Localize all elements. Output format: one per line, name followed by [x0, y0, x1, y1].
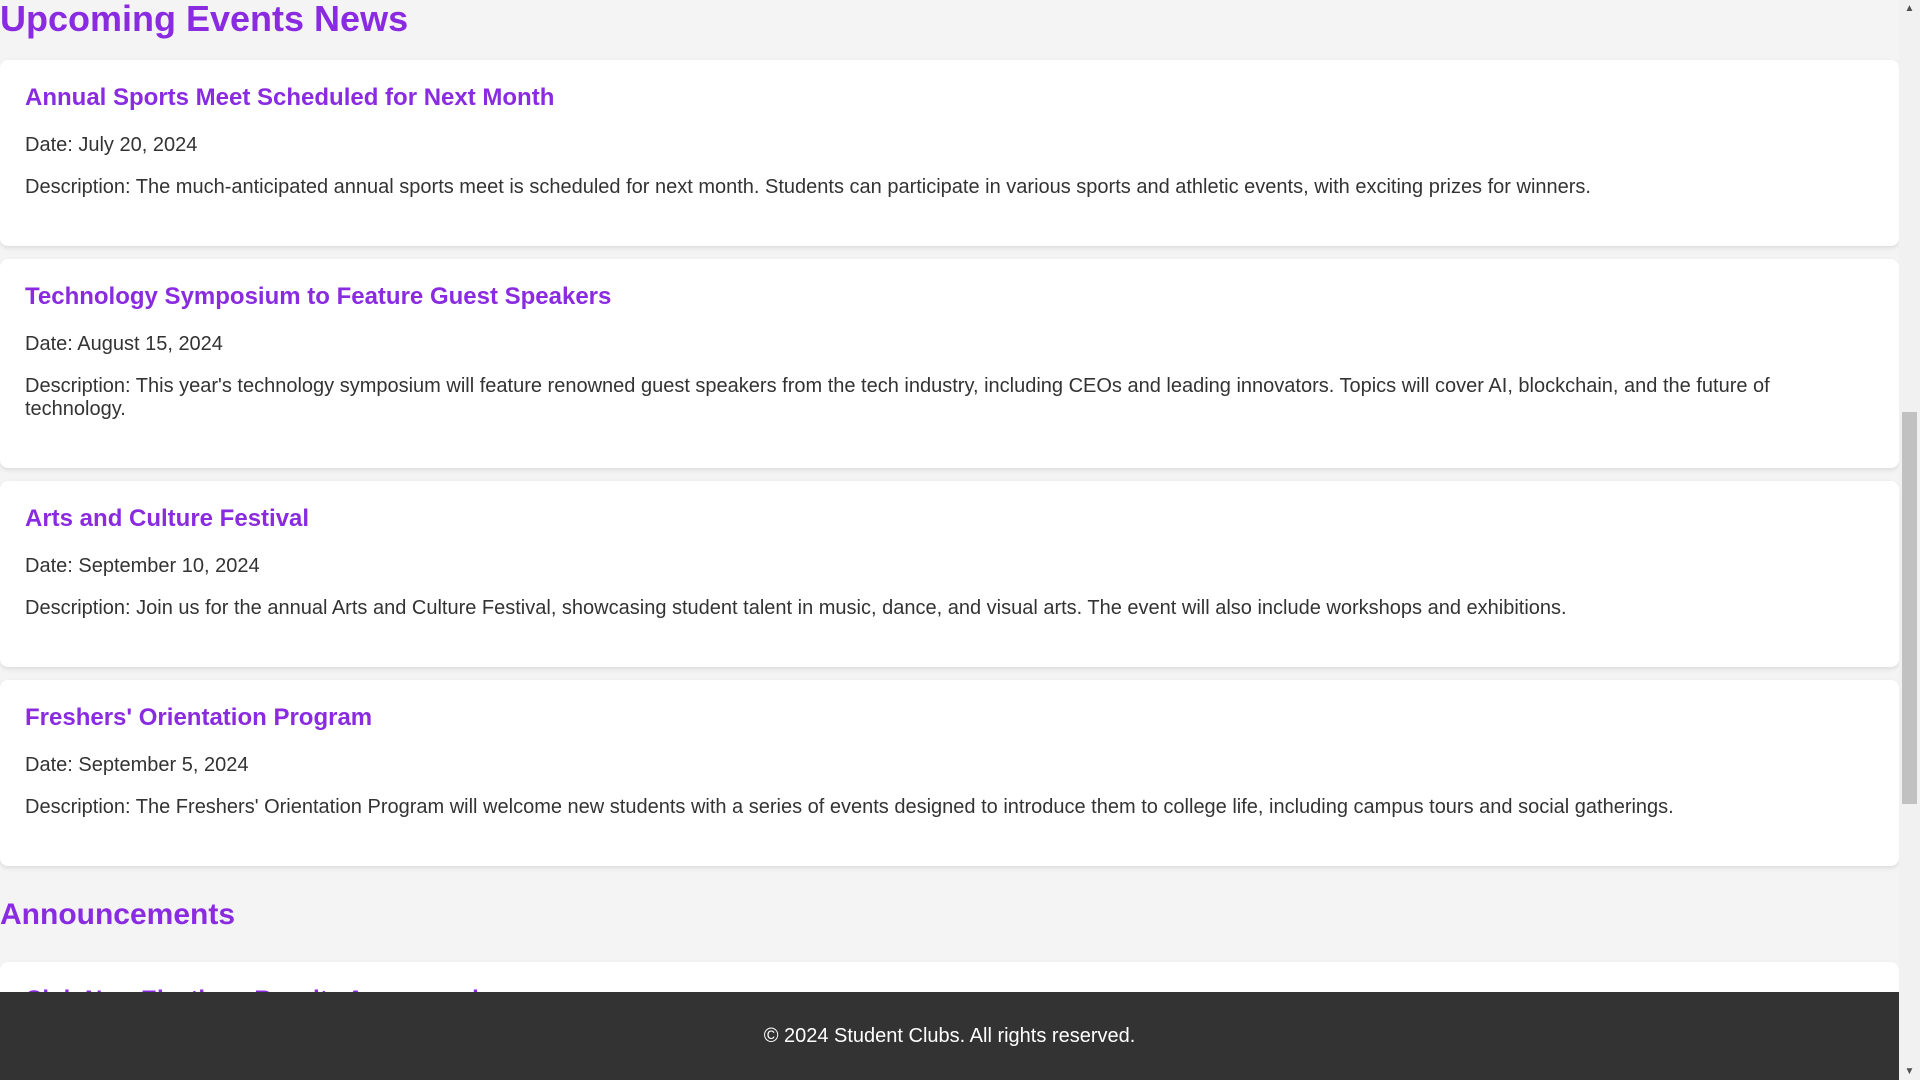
scroll-down-icon[interactable]: ▼: [1899, 1063, 1920, 1080]
scroll-up-icon[interactable]: ▲: [1899, 0, 1920, 17]
event-date: Date: July 20, 2024: [25, 134, 198, 156]
event-date: Date: August 15, 2024: [25, 333, 223, 355]
announcements-heading: Announcements: [0, 898, 236, 931]
scroll-thumb[interactable]: [1902, 412, 1917, 804]
event-title[interactable]: Arts and Culture Festival: [25, 505, 309, 533]
event-card: Annual Sports Meet Scheduled for Next Mo…: [0, 60, 1899, 246]
footer-copyright: © 2024 Student Clubs. All rights reserve…: [763, 1024, 1136, 1047]
event-date: Date: September 10, 2024: [25, 555, 260, 577]
event-title[interactable]: Annual Sports Meet Scheduled for Next Mo…: [25, 84, 554, 112]
site-footer: © 2024 Student Clubs. All rights reserve…: [0, 992, 1899, 1080]
event-card: Technology Symposium to Feature Guest Sp…: [0, 259, 1899, 468]
event-title[interactable]: Technology Symposium to Feature Guest Sp…: [25, 283, 611, 311]
event-card: Freshers' Orientation Program Date: Sept…: [0, 680, 1899, 866]
event-date: Date: September 5, 2024: [25, 754, 249, 776]
event-description: Description: The Freshers' Orientation P…: [25, 796, 1674, 818]
event-description: Description: Join us for the annual Arts…: [25, 597, 1567, 619]
event-description: Description: The much-anticipated annual…: [25, 176, 1591, 198]
vertical-scrollbar[interactable]: ▲ ▼: [1899, 0, 1920, 1080]
event-card: Arts and Culture Festival Date: Septembe…: [0, 481, 1899, 667]
event-description: Description: This year's technology symp…: [25, 375, 1770, 420]
event-title[interactable]: Freshers' Orientation Program: [25, 704, 372, 732]
page-viewport: Upcoming Events News Annual Sports Meet …: [0, 0, 1899, 1080]
events-heading: Upcoming Events News: [0, 0, 409, 39]
